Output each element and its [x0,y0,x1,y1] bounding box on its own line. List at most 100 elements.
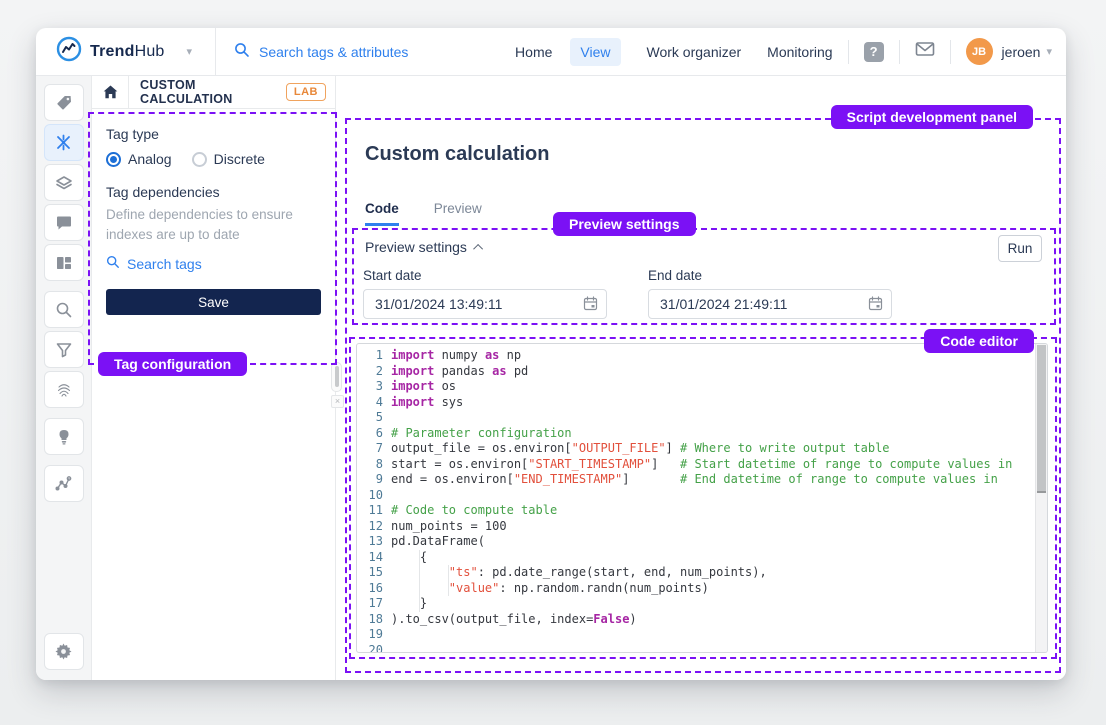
start-date-input[interactable] [363,289,607,319]
tag-dependencies-label: Tag dependencies [106,184,321,200]
line-number: 9 [363,472,383,488]
save-button[interactable]: Save [106,289,321,315]
editor-scrollbar[interactable] [1035,344,1047,652]
icon-sidebar [36,76,92,680]
user-name: jeroen [1002,44,1041,60]
search-placeholder: Search tags & attributes [259,44,408,60]
sidebar-item-node-graph[interactable] [44,465,84,502]
home-icon[interactable] [92,76,129,108]
tab-bar: Code Preview [365,201,482,226]
chevron-up-icon [473,243,483,253]
code-line: 5 [357,410,1035,426]
screenshot-stage: TrendHub ▾ Search tags & attributes Home… [0,0,1106,725]
gear-icon [54,642,73,661]
tab-preview[interactable]: Preview [434,201,482,226]
end-date-input[interactable] [648,289,892,319]
global-search-input[interactable]: Search tags & attributes [216,42,408,61]
annotation-label-preview-settings: Preview settings [553,212,696,236]
sidebar-item-gear[interactable] [44,633,84,670]
sidebar-item-search[interactable] [44,291,84,328]
line-number: 8 [363,457,383,473]
line-number: 2 [363,364,383,380]
line-number: 14 [363,550,383,566]
code-line: 7output_file = os.environ["OUTPUT_FILE"]… [357,441,1035,457]
node-graph-icon [54,474,73,493]
chevron-down-icon[interactable]: ▾ [187,45,193,58]
code-editor[interactable]: 1import numpy as np2import pandas as pd3… [356,343,1048,653]
start-date-field: Start date [363,268,607,319]
end-date-field: End date [648,268,892,319]
panel-scrollbar[interactable] [331,362,342,392]
panel-header: CUSTOM CALCULATION LAB [92,76,335,109]
calendar-icon[interactable] [583,296,598,316]
code-line: 19 [357,627,1035,643]
line-number: 1 [363,348,383,364]
fingerprint-icon [55,381,73,399]
user-menu[interactable]: JB jeroen ▾ [966,38,1052,65]
panel-title: CUSTOM CALCULATION [129,78,286,106]
indent-guide [448,565,449,596]
code-line: 20 [357,643,1035,654]
run-button[interactable]: Run [998,235,1042,262]
radio-analog[interactable]: Analog [106,151,172,167]
sidebar-item-layers[interactable] [44,164,84,201]
sidebar-item-custom-calculation[interactable] [44,124,84,161]
divider [848,40,849,64]
calendar-icon[interactable] [868,296,883,316]
code-line: 18).to_csv(output_file, index=False) [357,612,1035,628]
help-icon[interactable]: ? [864,42,884,62]
line-number: 13 [363,534,383,550]
lab-badge: LAB [286,83,326,101]
sidebar-item-lightbulb[interactable] [44,418,84,455]
radio-discrete[interactable]: Discrete [192,151,265,167]
sidebar-item-filter[interactable] [44,331,84,368]
code-line: 16 "value": np.random.randn(num_points) [357,581,1035,597]
line-number: 5 [363,410,383,426]
app-body: CUSTOM CALCULATION LAB Tag type AnalogDi… [36,76,1066,680]
line-number: 20 [363,643,383,654]
nav-link-view[interactable]: View [570,38,620,66]
line-number: 4 [363,395,383,411]
nav-link-home[interactable]: Home [515,44,552,60]
sidebar-item-fingerprint[interactable] [44,371,84,408]
code-line: 6# Parameter configuration [357,426,1035,442]
tag-dependencies-hint: Define dependencies to ensure indexes ar… [106,205,321,244]
tag-icon [55,94,73,112]
code-line: 10 [357,488,1035,504]
nav-link-work-organizer[interactable]: Work organizer [647,44,742,60]
preview-settings-toggle[interactable]: Preview settings [365,239,483,255]
close-icon[interactable]: × [331,395,344,408]
annotation-label-script-development-panel: Script development panel [831,105,1033,129]
line-number: 18 [363,612,383,628]
code-line: 14 { [357,550,1035,566]
sidebar-item-tag[interactable] [44,84,84,121]
code-lines: 1import numpy as np2import pandas as pd3… [357,348,1035,653]
sidebar-item-comment[interactable] [44,204,84,241]
dashboard-icon [55,254,73,272]
divider [899,40,900,64]
radio-button-icon [192,152,207,167]
brand-menu[interactable]: TrendHub ▾ [36,28,216,75]
search-tags-link[interactable]: Search tags [106,255,321,272]
indent-guide [419,550,420,612]
tag-type-radio-group: Analog Discrete [106,151,321,167]
tab-code[interactable]: Code [365,201,399,226]
lightbulb-icon [55,428,73,446]
line-number: 15 [363,565,383,581]
top-navbar: TrendHub ▾ Search tags & attributes Home… [36,28,1066,76]
divider [950,40,951,64]
mail-icon[interactable] [915,41,935,62]
sidebar-item-dashboard[interactable] [44,244,84,281]
code-line: 13pd.DataFrame( [357,534,1035,550]
search-icon [106,255,120,272]
custom-calculation-icon [54,133,73,152]
layers-icon [55,174,73,192]
panel-scrollbar-thumb[interactable] [335,366,339,387]
line-number: 19 [363,627,383,643]
line-number: 17 [363,596,383,612]
code-line: 15 "ts": pd.date_range(start, end, num_p… [357,565,1035,581]
code-line: 17 } [357,596,1035,612]
editor-scrollbar-thumb[interactable] [1037,345,1046,493]
nav-link-monitoring[interactable]: Monitoring [767,44,832,60]
filter-icon [55,341,73,359]
